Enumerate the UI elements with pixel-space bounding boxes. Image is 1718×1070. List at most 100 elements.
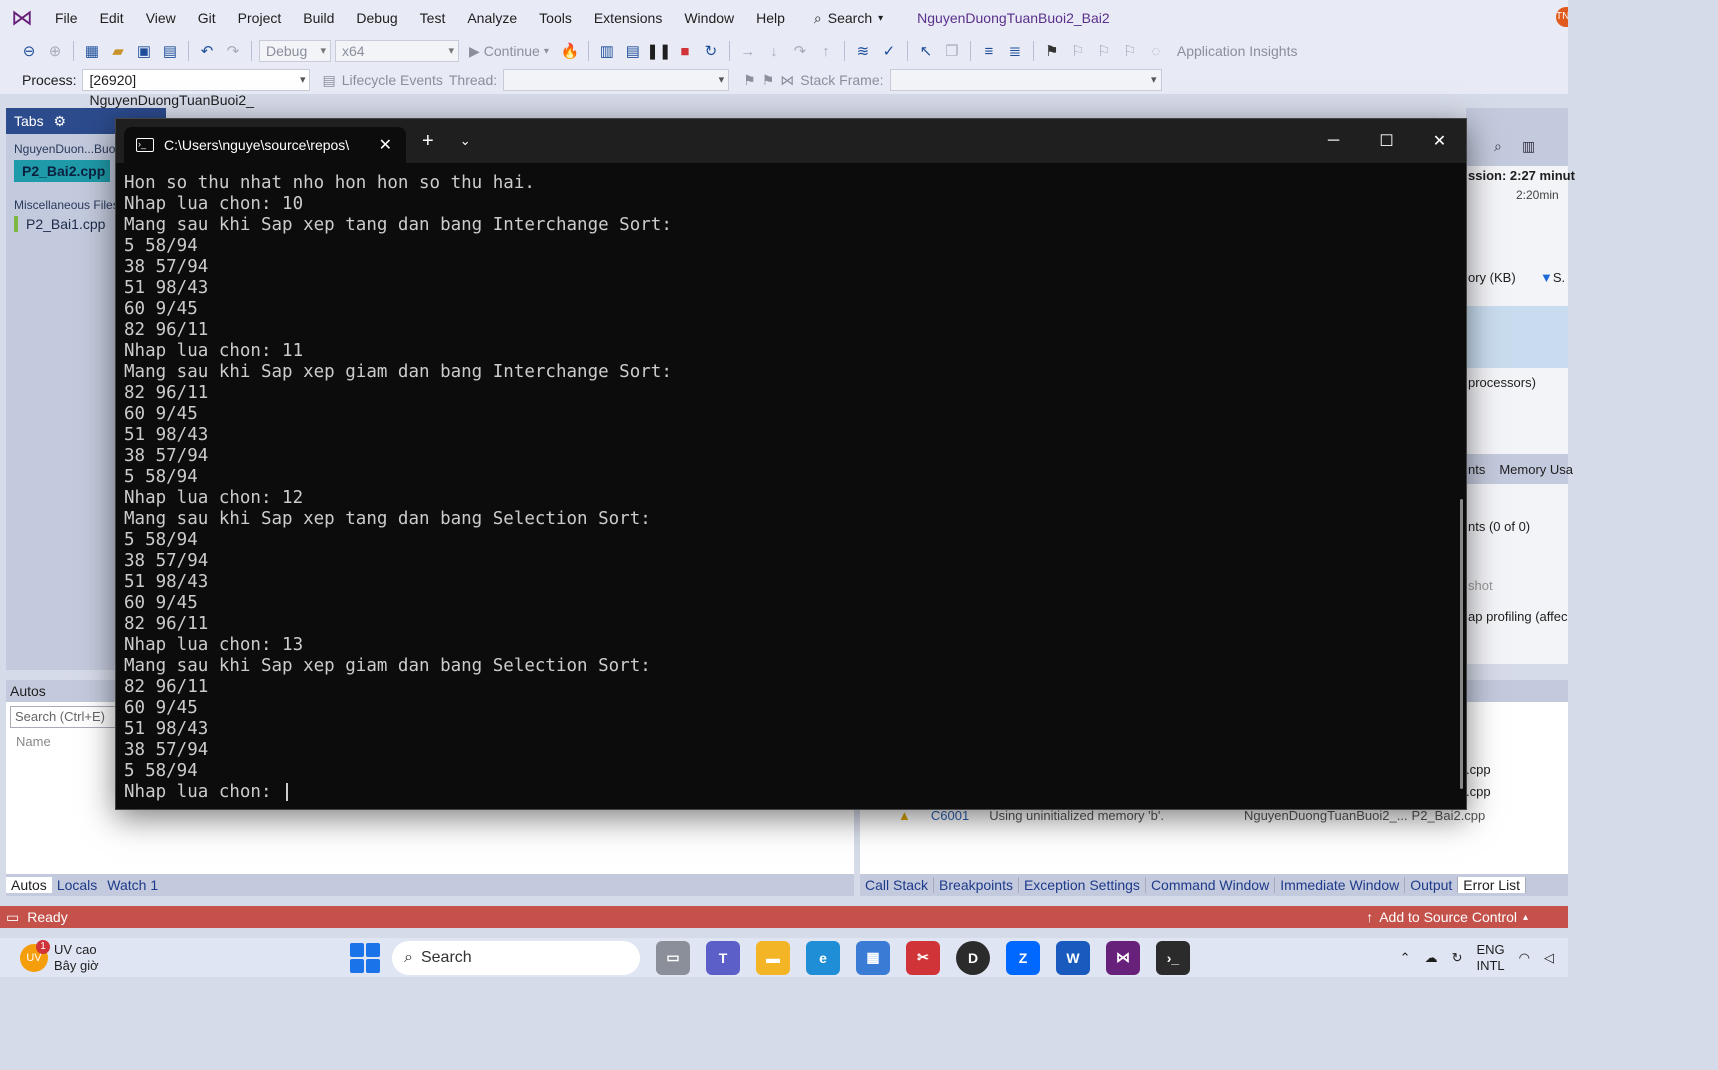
minimize-button[interactable]: ─ (1307, 119, 1360, 163)
terminal-output[interactable]: Hon so thu nhat nho hon hon so thu hai. N… (116, 163, 1466, 803)
menu-extensions[interactable]: Extensions (583, 0, 673, 36)
cursor-icon[interactable]: ↖ (915, 40, 937, 62)
snipping-tool-icon[interactable]: ✂ (906, 940, 940, 975)
save-all-icon[interactable]: ▤ (159, 40, 181, 62)
add-to-source-control-button[interactable]: ↑ Add to Source Control ▴ (1366, 909, 1528, 925)
pause-icon[interactable]: ❚❚ (646, 40, 671, 62)
menu-view[interactable]: View (135, 0, 187, 36)
menu-tools[interactable]: Tools (528, 0, 583, 36)
tab-watch-1[interactable]: Watch 1 (102, 877, 163, 893)
platform-select[interactable]: x64 (335, 40, 459, 62)
menu-help[interactable]: Help (745, 0, 796, 36)
filter-icon[interactable]: ▼ (1540, 270, 1553, 285)
word-icon[interactable]: W (1056, 940, 1090, 975)
process-select[interactable]: [26920] NguyenDuongTuanBuoi2_ (82, 69, 311, 108)
step-over-icon[interactable]: ↷ (789, 40, 811, 62)
zalo-icon[interactable]: Z (1006, 940, 1040, 975)
tab-events[interactable]: nts (1468, 462, 1485, 477)
lifecycle-events-button[interactable]: Lifecycle Events (342, 72, 443, 88)
undo-icon[interactable]: ↶ (196, 40, 218, 62)
menu-git[interactable]: Git (187, 0, 227, 36)
tab-breakpoints[interactable]: Breakpoints (934, 877, 1019, 893)
stop-icon[interactable]: ■ (674, 40, 696, 62)
redo-icon[interactable]: ↷ (222, 40, 244, 62)
start-button[interactable] (350, 942, 380, 973)
dell-icon[interactable]: D (956, 940, 990, 975)
spellcheck-icon[interactable]: ✓ (878, 40, 900, 62)
store-icon[interactable]: ▦ (856, 940, 890, 975)
tab-command-window[interactable]: Command Window (1146, 877, 1276, 893)
bookmark-icon[interactable]: ⚑ (1041, 40, 1063, 62)
restart-icon[interactable]: ↻ (700, 40, 722, 62)
diagnostics-icon[interactable]: ≋ (852, 40, 874, 62)
onedrive-icon[interactable]: ☁ (1425, 950, 1438, 966)
save-icon[interactable]: ▣ (133, 40, 155, 62)
tab-immediate-window[interactable]: Immediate Window (1275, 877, 1406, 893)
teams-icon[interactable]: T (706, 940, 740, 975)
layout-icon[interactable]: ▤ (622, 40, 644, 62)
indent-icon[interactable]: ≡ (978, 40, 1000, 62)
autos-search-input[interactable]: Search (Ctrl+E) (10, 706, 120, 728)
outdent-icon[interactable]: ≣ (1004, 40, 1026, 62)
wifi-icon[interactable]: ◠ (1519, 950, 1530, 966)
menu-file[interactable]: File (44, 0, 89, 36)
thread-select[interactable] (503, 69, 730, 91)
show-next-statement-icon[interactable]: → (737, 40, 759, 62)
tab-call-stack[interactable]: Call Stack (860, 877, 935, 893)
stack-frame-select[interactable] (889, 69, 1162, 91)
volume-icon[interactable]: ◁ (1544, 950, 1554, 966)
tab-p2-bai2[interactable]: P2_Bai2.cpp (14, 160, 110, 182)
diag-snapshot[interactable]: shot (1468, 578, 1493, 593)
menu-window[interactable]: Window (673, 0, 745, 36)
step-into-icon[interactable]: ↓ (763, 40, 785, 62)
hot-reload-icon[interactable]: 🔥 (559, 40, 581, 62)
configuration-select[interactable]: Debug (259, 40, 331, 62)
browse-icon[interactable]: ▥ (596, 40, 618, 62)
diag-heap[interactable]: ap profiling (affec (1468, 609, 1568, 624)
open-folder-icon[interactable]: ▰ (107, 40, 129, 62)
new-tab-button[interactable]: + (422, 130, 434, 153)
menu-build[interactable]: Build (292, 0, 345, 36)
menu-debug[interactable]: Debug (345, 0, 408, 36)
next-bookmark-icon[interactable]: ⚐ (1093, 40, 1115, 62)
tab-output[interactable]: Output (1405, 877, 1459, 893)
visual-studio-logo-icon[interactable]: ⋈ (0, 0, 44, 36)
menu-project[interactable]: Project (227, 0, 293, 36)
tab-exception-settings[interactable]: Exception Settings (1019, 877, 1146, 893)
task-view-icon[interactable]: ▭ (656, 940, 690, 975)
language-indicator[interactable]: ENG INTL (1476, 942, 1504, 974)
chevron-up-icon[interactable]: ⌃ (1400, 950, 1411, 966)
weather-widget[interactable]: UV UV cao Bây giờ (20, 939, 350, 974)
terminal-tab[interactable]: ›_ C:\Users\nguye\source\repos\ ✕ (124, 127, 406, 163)
new-project-icon[interactable]: ▦ (81, 40, 103, 62)
back-icon[interactable]: ⊖ (18, 40, 40, 62)
clear-bookmarks-icon[interactable]: ⚐ (1119, 40, 1141, 62)
menu-analyze[interactable]: Analyze (456, 0, 528, 36)
terminal-taskbar-icon[interactable]: ›_ (1156, 940, 1190, 975)
taskbar-search[interactable]: ⌕ Search (392, 940, 640, 975)
flag-icon[interactable]: ⚑ (743, 72, 756, 89)
visual-studio-icon[interactable]: ⋈ (1106, 940, 1140, 975)
menu-edit[interactable]: Edit (89, 0, 135, 36)
forward-icon[interactable]: ⊕ (44, 40, 66, 62)
error-row[interactable]: ▲ C6001 Using uninitialized memory 'b'. … (898, 808, 1485, 823)
gear-icon[interactable]: ⚙ (53, 113, 66, 129)
tab-locals[interactable]: Locals (52, 877, 102, 893)
tab-memory-usage[interactable]: Memory Usa (1499, 462, 1573, 477)
chart-icon[interactable]: ▥ (1522, 138, 1535, 155)
console-prompt-line[interactable]: Nhap lua chon: (124, 782, 1466, 803)
error-code[interactable]: C6001 (931, 808, 969, 823)
file-explorer-icon[interactable]: ▬ (756, 940, 790, 975)
step-out-icon[interactable]: ↑ (815, 40, 837, 62)
flag-threads-icon[interactable]: ⚑ (762, 72, 775, 89)
application-insights-button[interactable]: Application Insights (1177, 43, 1298, 59)
close-tab-icon[interactable]: ✕ (379, 135, 392, 155)
copy-icon[interactable]: ❐ (941, 40, 963, 62)
menu-test[interactable]: Test (409, 0, 457, 36)
terminal-scrollbar[interactable] (1460, 499, 1463, 789)
edge-icon[interactable]: e (806, 940, 840, 975)
close-button[interactable]: ✕ (1413, 119, 1466, 163)
tab-error-list[interactable]: Error List (1458, 877, 1527, 893)
maximize-button[interactable]: ☐ (1360, 119, 1413, 163)
prev-bookmark-icon[interactable]: ⚐ (1067, 40, 1089, 62)
